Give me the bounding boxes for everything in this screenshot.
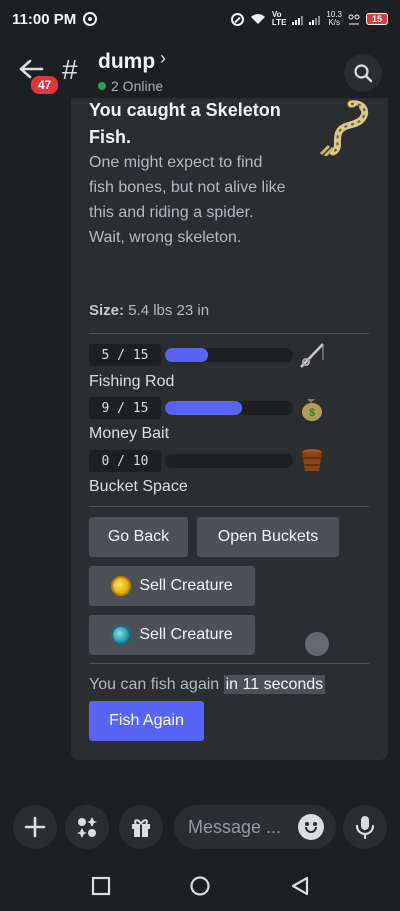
money-bait-bar bbox=[165, 401, 293, 415]
sell-creature-gold-label: Sell Creature bbox=[139, 577, 233, 594]
speed-unit: K/s bbox=[328, 18, 340, 27]
microphone-icon bbox=[355, 816, 375, 839]
fishing-rod-bar bbox=[165, 348, 293, 362]
channel-header: 47 # dump › 2 Online bbox=[0, 38, 400, 98]
channel-name[interactable]: dump bbox=[98, 50, 155, 74]
system-nav-bar bbox=[0, 860, 400, 911]
voice-button[interactable] bbox=[343, 805, 387, 849]
money-bait-counter: 9 / 15 bbox=[89, 397, 161, 419]
fishing-rod-label: Fishing Rod bbox=[89, 373, 175, 390]
gift-icon bbox=[132, 819, 150, 837]
chevron-right-icon[interactable]: › bbox=[160, 48, 166, 69]
search-button[interactable] bbox=[344, 54, 382, 92]
battery-indicator: 15 bbox=[365, 13, 388, 25]
plus-icon bbox=[24, 816, 46, 838]
message-composer: Message ... bbox=[0, 795, 400, 859]
divider bbox=[89, 506, 369, 507]
add-button[interactable] bbox=[13, 805, 57, 849]
cooldown-prefix: You can fish again bbox=[89, 676, 224, 693]
screen-record-icon bbox=[83, 12, 98, 26]
divider bbox=[89, 663, 369, 664]
emoji-icon[interactable] bbox=[298, 814, 324, 840]
sell-creature-blue-button[interactable]: Sell Creature bbox=[89, 615, 255, 655]
fishing-rod-progress: 5 / 15 bbox=[89, 344, 329, 366]
message-input[interactable]: Message ... bbox=[174, 805, 336, 849]
fish-again-button[interactable]: Fish Again bbox=[89, 701, 204, 741]
gold-coin-icon bbox=[111, 576, 132, 596]
bucket-space-counter: 0 / 10 bbox=[89, 450, 161, 472]
apps-button[interactable] bbox=[65, 805, 109, 849]
cooldown-text: You can fish again in 11 seconds bbox=[89, 675, 326, 694]
network-type-label: Vo LTE bbox=[271, 10, 287, 27]
usb-debug-icon bbox=[348, 14, 360, 25]
money-bait-progress: 9 / 15 bbox=[89, 397, 329, 419]
signal-icon bbox=[292, 13, 304, 25]
embed-title: You caught a Skeleton Fish. bbox=[89, 100, 281, 147]
open-buckets-label: Open Buckets bbox=[217, 528, 319, 545]
recents-icon[interactable] bbox=[90, 875, 112, 897]
fishing-rod-counter: 5 / 15 bbox=[89, 344, 161, 366]
skeleton-fish-icon bbox=[319, 100, 369, 156]
gift-button[interactable] bbox=[119, 805, 163, 849]
home-icon[interactable] bbox=[189, 875, 211, 897]
do-not-disturb-icon bbox=[230, 12, 244, 26]
status-bar: 11:00 PM Vo LTE 10.3 K/s 15 bbox=[0, 0, 400, 38]
online-dot-icon bbox=[98, 82, 106, 90]
bucket-space-progress: 0 / 10 bbox=[89, 450, 329, 472]
go-back-button[interactable]: Go Back bbox=[89, 517, 188, 557]
back-nav-icon[interactable] bbox=[289, 875, 311, 897]
money-bag-icon: $ bbox=[302, 399, 322, 421]
search-icon bbox=[354, 64, 373, 83]
fishing-rod-icon bbox=[300, 343, 324, 368]
money-bait-label: Money Bait bbox=[89, 425, 170, 442]
status-time: 11:00 PM bbox=[12, 10, 77, 28]
signal-icon-2 bbox=[309, 13, 321, 25]
wifi-icon bbox=[250, 14, 265, 24]
size-line: Size: 5.4 lbs 23 in bbox=[89, 302, 209, 319]
cooldown-time: in 11 seconds bbox=[223, 675, 326, 694]
fish-again-label: Fish Again bbox=[109, 712, 184, 729]
bucket-icon bbox=[302, 449, 322, 471]
hashtag-icon: # bbox=[62, 54, 78, 85]
svg-text:$: $ bbox=[309, 407, 315, 419]
divider bbox=[89, 333, 369, 334]
go-back-label: Go Back bbox=[107, 528, 170, 545]
touch-indicator bbox=[305, 632, 329, 656]
unread-badge: 47 bbox=[29, 74, 61, 96]
fishing-embed: You caught a Skeleton Fish. One might ex… bbox=[71, 98, 388, 760]
bucket-space-bar bbox=[165, 454, 293, 468]
online-status: 2 Online bbox=[98, 78, 163, 94]
apps-icon bbox=[77, 817, 97, 838]
message-placeholder: Message ... bbox=[188, 816, 282, 837]
blue-coin-icon bbox=[111, 625, 132, 645]
bucket-space-label: Bucket Space bbox=[89, 478, 188, 495]
network-speed: 10.3 K/s bbox=[326, 11, 342, 27]
open-buckets-button[interactable]: Open Buckets bbox=[197, 517, 339, 557]
size-label: Size: bbox=[89, 302, 125, 319]
sell-creature-blue-label: Sell Creature bbox=[139, 626, 233, 643]
embed-description: One might expect to find fish bones, but… bbox=[89, 154, 286, 246]
sell-creature-gold-button[interactable]: Sell Creature bbox=[89, 566, 255, 606]
online-count: 2 Online bbox=[111, 78, 164, 94]
size-value: 5.4 lbs 23 in bbox=[128, 302, 210, 319]
